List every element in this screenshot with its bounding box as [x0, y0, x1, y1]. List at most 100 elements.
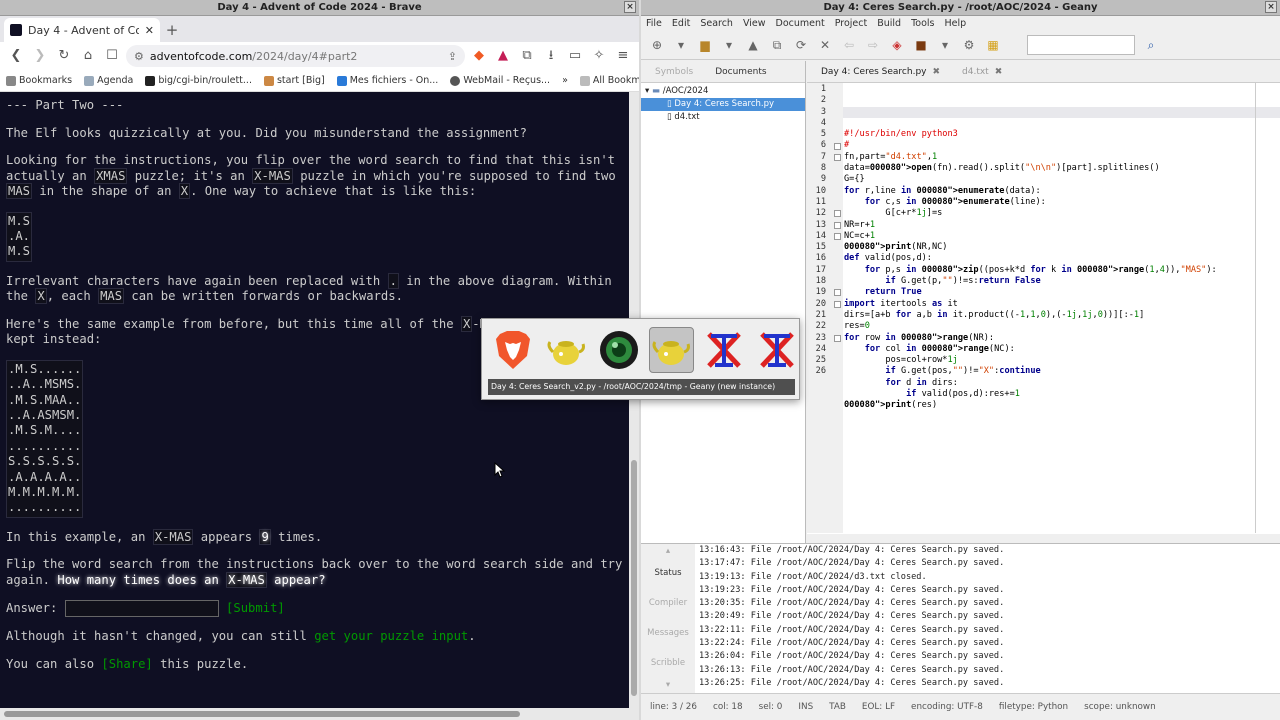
dropdown-icon[interactable]: ▾ — [721, 37, 737, 53]
search-input[interactable] — [1027, 35, 1135, 55]
forward-icon[interactable]: ⇨ — [865, 37, 881, 53]
new-file-icon[interactable]: ⊕ — [649, 37, 665, 53]
build-icon[interactable]: ■ — [913, 37, 929, 53]
menu-view[interactable]: View — [743, 16, 766, 31]
answer-input[interactable] — [64, 600, 219, 618]
puzzle-input-link[interactable]: get your puzzle input — [314, 629, 468, 643]
close-icon[interactable]: × — [1265, 1, 1277, 13]
dropdown-icon[interactable]: ▾ — [673, 37, 689, 53]
tab-documents[interactable]: Documents — [715, 67, 766, 77]
bookmark-item[interactable]: Mes fichiers - On... — [336, 75, 438, 86]
url-bar[interactable]: ⚙ adventofcode.com/2024/day/4#part2 ⇪ — [126, 45, 465, 67]
fold-marker-icon[interactable] — [834, 142, 841, 150]
editor-hscrollbar[interactable] — [807, 534, 1280, 543]
fold-marker-icon[interactable] — [834, 210, 841, 218]
xterm-icon[interactable] — [754, 327, 799, 373]
site-settings-icon[interactable]: ⚙ — [134, 50, 144, 63]
browser-tab[interactable]: Day 4 - Advent of Code 2024 ✕ — [4, 18, 160, 42]
brave-icon[interactable] — [491, 327, 536, 373]
tab-symbols[interactable]: Symbols — [655, 67, 693, 77]
geany-icon[interactable] — [648, 327, 694, 373]
line-number: 16 — [815, 253, 826, 264]
line-number: 8 — [820, 163, 826, 174]
bookmark-item[interactable]: start [Big] — [263, 75, 325, 86]
tab-status[interactable]: Status — [641, 558, 695, 588]
code-line: if G.get(p,"")!=s:return False — [885, 276, 1041, 287]
geany-icon[interactable] — [544, 327, 589, 373]
page-scrollbar[interactable] — [629, 92, 639, 708]
scroll-up-icon[interactable]: ▴ — [641, 544, 695, 558]
code-line: import itertools as it — [844, 298, 958, 309]
color-chooser-icon[interactable]: ▦ — [985, 37, 1001, 53]
compile-icon[interactable]: ◈ — [889, 37, 905, 53]
close-tab-icon[interactable]: ✕ — [145, 24, 154, 37]
execute-icon[interactable]: ⚙ — [961, 37, 977, 53]
tab-compiler[interactable]: Compiler — [641, 588, 695, 618]
fold-marker-icon[interactable] — [834, 221, 841, 229]
home-icon[interactable]: ⌂ — [78, 46, 98, 66]
menu-search[interactable]: Search — [700, 16, 733, 31]
close-tab-icon[interactable]: ✖ — [995, 67, 1003, 77]
fold-marker-icon[interactable] — [834, 289, 841, 297]
forward-icon[interactable]: ❯ — [30, 46, 50, 66]
bookmark-item[interactable]: Bookmarks — [6, 75, 72, 86]
xterm-icon[interactable] — [702, 327, 747, 373]
editor-tab[interactable]: Day 4: Ceres Search.py ✖ — [821, 67, 940, 77]
fold-marker-icon[interactable] — [834, 232, 841, 240]
bookmark-item[interactable]: big/cgi-bin/roulett... — [145, 75, 252, 86]
brave-shields-icon[interactable]: ◆ — [469, 46, 489, 66]
back-icon[interactable]: ⇦ — [841, 37, 857, 53]
code-area[interactable]: 1 2 3 4 5 6 7 8 9 10 11 12 13 14 15 16 17 18 19 20 21 22 23 24 2… — [807, 83, 1280, 533]
close-file-icon[interactable]: ✕ — [817, 37, 833, 53]
fold-marker-icon[interactable] — [834, 300, 841, 308]
tab-messages[interactable]: Messages — [641, 618, 695, 648]
brave-rewards-icon[interactable]: ▲ — [493, 46, 513, 66]
status-message: 13:26:25: File /root/AOC/2024/Day 4: Cer… — [699, 677, 1005, 688]
save-all-icon[interactable]: ⧉ — [769, 37, 785, 53]
fold-marker-icon[interactable] — [834, 334, 841, 342]
folder-icon: ▬ — [651, 86, 660, 96]
bookmark-icon[interactable]: ☐ — [102, 46, 122, 66]
bookmark-item[interactable]: Agenda — [84, 75, 133, 86]
scroll-down-icon[interactable]: ▾ — [641, 678, 695, 692]
download-icon[interactable]: ⭳ — [541, 46, 561, 66]
search-icon[interactable]: ⌕ — [1143, 37, 1159, 53]
leo-icon[interactable]: ✧ — [589, 46, 609, 66]
menu-icon[interactable]: ≡ — [613, 46, 633, 66]
tree-folder[interactable]: ▾ ▬ /AOC/2024 — [641, 85, 805, 98]
menu-help[interactable]: Help — [945, 16, 967, 31]
bookmark-item[interactable]: WebMail - Reçus... — [450, 75, 550, 86]
back-icon[interactable]: ❮ — [6, 46, 26, 66]
tab-scribble[interactable]: Scribble — [641, 648, 695, 678]
dropdown-icon[interactable]: ▾ — [937, 37, 953, 53]
status-scope: scope: unknown — [1084, 702, 1156, 712]
sidebar-icon[interactable]: ▭ — [565, 46, 585, 66]
reload-icon[interactable]: ⟳ — [793, 37, 809, 53]
new-tab-button[interactable]: + — [160, 18, 184, 42]
browser-window-title: Day 4 - Advent of Code 2024 - Brave — [217, 2, 422, 13]
close-icon[interactable]: × — [624, 1, 636, 13]
code-text[interactable]: #!/usr/bin/env python3 # fn,part="d4.txt",… — [843, 83, 1280, 533]
editor-tab[interactable]: d4.txt ✖ — [962, 67, 1002, 77]
share-icon[interactable]: ⇪ — [448, 50, 457, 63]
tree-file[interactable]: ▯ Day 4: Ceres Search.py — [641, 98, 805, 111]
save-icon[interactable]: ▲ — [745, 37, 761, 53]
menu-project[interactable]: Project — [835, 16, 868, 31]
camera-icon[interactable] — [596, 327, 641, 373]
open-folder-icon[interactable]: ▆ — [697, 37, 713, 53]
tree-file[interactable]: ▯ d4.txt — [641, 111, 805, 124]
bookmark-item[interactable]: All Bookmarks — [579, 75, 639, 86]
menu-edit[interactable]: Edit — [672, 16, 690, 31]
extensions-icon[interactable]: ⧉ — [517, 46, 537, 66]
page-hscrollbar[interactable] — [0, 708, 639, 720]
menu-file[interactable]: File — [646, 16, 662, 31]
fold-marker-icon[interactable] — [834, 153, 841, 161]
menu-tools[interactable]: Tools — [911, 16, 934, 31]
reload-icon[interactable]: ↻ — [54, 46, 74, 66]
share-link[interactable]: [Share] — [101, 657, 152, 671]
submit-button[interactable]: [Submit] — [226, 601, 285, 615]
menu-build[interactable]: Build — [877, 16, 901, 31]
close-tab-icon[interactable]: ✖ — [932, 67, 940, 77]
more-bookmarks-icon[interactable]: » — [562, 75, 568, 86]
menu-document[interactable]: Document — [776, 16, 825, 31]
